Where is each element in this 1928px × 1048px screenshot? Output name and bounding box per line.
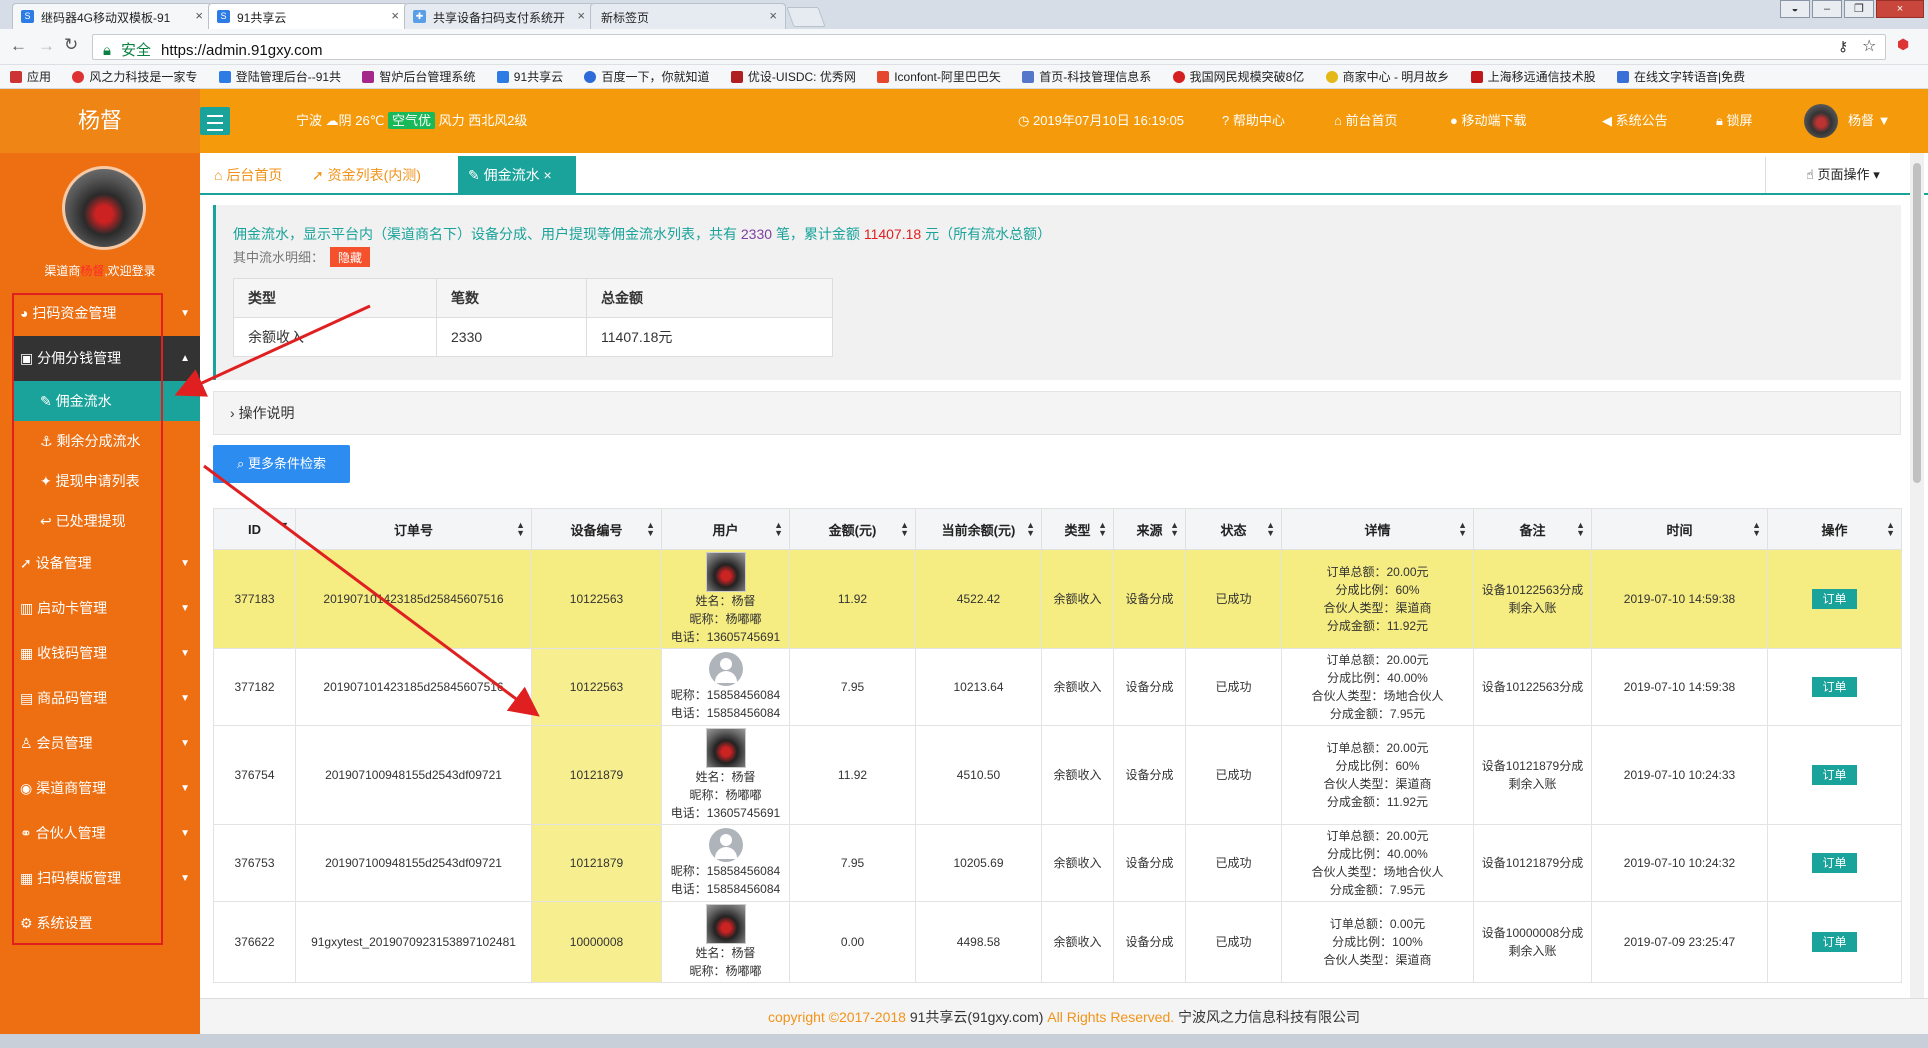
footer: copyright ©2017-2018 91共享云(91gxy.com) Al…	[200, 998, 1928, 1034]
annotation-arrows	[174, 304, 540, 717]
scrollbar[interactable]	[1910, 153, 1924, 998]
arrow-to-device-column	[203, 464, 540, 717]
os-taskbar	[0, 1034, 1928, 1048]
scrollbar-thumb[interactable]	[1913, 163, 1921, 483]
arrow-to-menu	[174, 304, 371, 397]
